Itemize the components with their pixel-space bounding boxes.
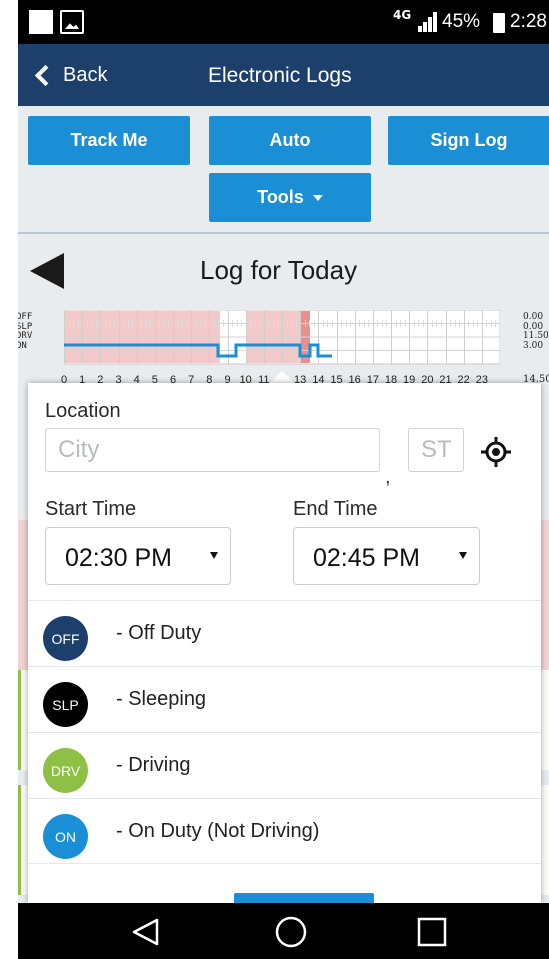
track-me-button[interactable]: Track Me [28,116,190,165]
auto-label: Auto [269,130,311,150]
duty-option-label: - Sleeping [116,688,207,710]
network-type: 4G [393,8,412,22]
tools-dropdown-button[interactable]: Tools [209,173,371,222]
sign-log-label: Sign Log [430,130,508,150]
off-duty-icon: OFF [43,616,88,661]
duty-option-label: - On Duty (Not Driving) [116,820,320,842]
back-button[interactable]: Back [30,58,107,92]
toolbar: Track Me Auto Sign Log Tools [18,106,549,234]
start-time-value: 02:30 PM [65,544,173,572]
select-arrow-icon [459,552,467,559]
sign-log-button[interactable]: Sign Log [388,116,549,165]
total-on: 3.00 [523,340,544,351]
clock: 2:28 PM [510,11,549,32]
graph-status-labels: OFF SLP DRV ON [18,312,32,351]
back-label: Back [63,63,108,86]
sleeping-icon: SLP [43,682,88,727]
graph-label-on: ON [18,340,27,351]
duty-option-label: - Off Duty [116,622,202,644]
back-nav-icon[interactable] [131,917,161,947]
end-time-value: 02:45 PM [313,544,421,572]
previous-day-arrow-icon[interactable] [30,253,64,289]
screen-edge [0,0,18,959]
start-time-select[interactable]: 02:30 PM [45,527,231,585]
notification-icon [29,10,53,34]
graph-totals: 0.00 0.00 11.50 3.00 [523,312,549,351]
battery-icon [493,13,505,33]
duty-option-label: - Driving [116,754,191,776]
navigation-bar [18,903,549,959]
app-bar: Back Electronic Logs [18,44,549,106]
log-title: Log for Today [200,255,358,285]
caret-down-icon [312,194,323,201]
select-arrow-icon [210,552,218,559]
tools-label: Tools [257,187,304,207]
start-time-label: Start Time [45,498,137,520]
end-time-select[interactable]: 02:45 PM [293,527,480,585]
locate-me-icon[interactable] [480,436,512,468]
battery-percent: 45% [442,11,481,32]
page-title: Electronic Logs [208,64,352,87]
city-input[interactable]: City [45,428,380,472]
duty-option-on-duty[interactable]: ON - On Duty (Not Driving) [28,798,541,864]
driving-icon: DRV [43,748,88,793]
track-me-label: Track Me [70,130,148,150]
recents-nav-icon[interactable] [416,916,448,948]
status-bar: 4G 45% 2:28 PM [18,0,549,44]
popup-pointer [270,371,294,383]
state-input[interactable]: ST [408,428,464,472]
app-frame: 4G 45% 2:28 PM Back Electronic Logs Trac… [18,0,549,959]
duty-option-driving[interactable]: DRV - Driving [28,732,541,798]
on-duty-icon: ON [43,814,88,859]
graph-grid [64,310,500,365]
duty-option-sleeping[interactable]: SLP - Sleeping [28,666,541,732]
signal-icon [418,12,438,32]
auto-button[interactable]: Auto [209,116,371,165]
chevron-left-icon [34,64,57,86]
location-label: Location [45,400,121,422]
comma-separator: , [385,466,391,488]
duty-option-off[interactable]: OFF - Off Duty [28,600,541,666]
home-nav-icon[interactable] [274,915,308,949]
image-notification-icon [60,10,84,34]
end-time-label: End Time [293,498,378,520]
